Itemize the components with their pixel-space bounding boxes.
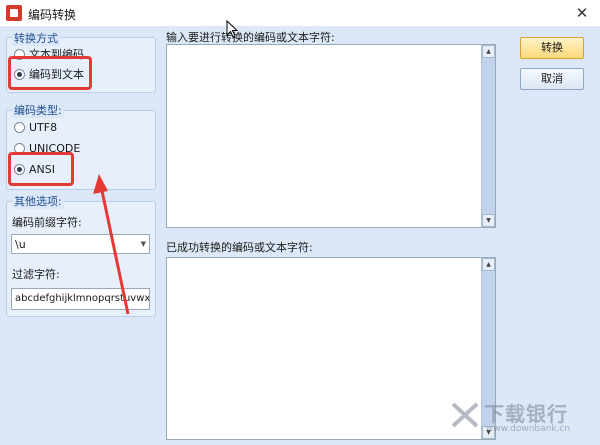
convert-mode-title: 转换方式: [12, 30, 60, 46]
watermark-url: www.downbank.cn: [486, 424, 571, 434]
close-button[interactable]: ✕: [570, 2, 594, 24]
scroll-up-icon[interactable]: ▲: [482, 258, 495, 271]
window-title: 编码转换: [28, 8, 77, 22]
filter-value: abcdefghijklmnopqrstuvwx: [15, 293, 150, 304]
input-scrollbar[interactable]: ▲ ▼: [481, 45, 495, 227]
convert-button[interactable]: 转换: [520, 37, 584, 59]
radio-utf8[interactable]: UTF8: [14, 119, 57, 135]
mouse-cursor-icon: [226, 20, 238, 38]
watermark-text: 下载银行: [484, 402, 568, 426]
filter-input[interactable]: abcdefghijklmnopqrstuvwx: [11, 288, 150, 310]
radio-indicator: [14, 121, 25, 133]
prefix-value: \u: [15, 238, 26, 251]
encoding-type-title: 编码类型:: [12, 102, 64, 118]
input-area-label: 输入要进行转换的编码或文本字符:: [166, 31, 335, 44]
input-textarea[interactable]: ▲ ▼: [166, 44, 496, 228]
output-area-label: 已成功转换的编码或文本字符:: [166, 241, 313, 254]
scroll-down-icon[interactable]: ▼: [482, 214, 495, 227]
prefix-label: 编码前缀字符:: [12, 216, 82, 229]
watermark-logo-icon: [451, 402, 479, 428]
radio-label: UTF8: [29, 120, 58, 134]
annotation-box-ansi: [8, 152, 74, 186]
app-icon: [6, 5, 22, 21]
chevron-down-icon[interactable]: ▼: [141, 240, 146, 248]
title-bar: 编码转换 ✕: [0, 0, 600, 26]
scroll-up-icon[interactable]: ▲: [482, 45, 495, 58]
other-options-title: 其他选项:: [12, 193, 64, 209]
annotation-box-code-to-text: [8, 56, 92, 90]
output-textarea[interactable]: ▲ ▼: [166, 257, 496, 440]
cancel-button[interactable]: 取消: [520, 68, 584, 90]
filter-label: 过滤字符:: [12, 268, 60, 281]
prefix-combo[interactable]: \u ▼: [11, 234, 150, 254]
